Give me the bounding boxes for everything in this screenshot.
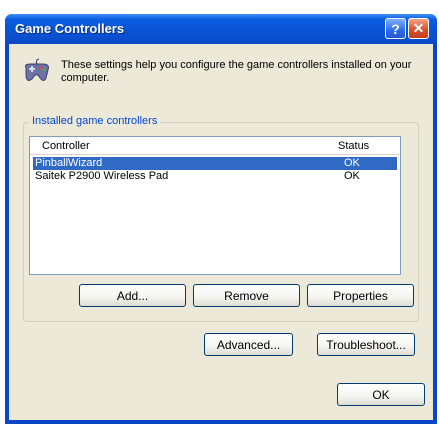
remove-button[interactable]: Remove: [193, 284, 300, 307]
game-controllers-dialog: Game Controllers ? ✕ These settings help…: [5, 14, 437, 424]
gamepad-icon: [25, 58, 49, 81]
list-item[interactable]: Saitek P2900 Wireless Pad OK: [33, 170, 397, 183]
column-header-status[interactable]: Status: [338, 140, 369, 152]
close-button[interactable]: ✕: [408, 18, 429, 39]
advanced-button[interactable]: Advanced...: [204, 333, 293, 356]
list-item[interactable]: PinballWizard OK: [33, 157, 397, 170]
controllers-list[interactable]: Controller Status PinballWizard OK Saite…: [29, 136, 401, 275]
header-divider: [30, 154, 400, 155]
controller-status: OK: [344, 157, 360, 169]
dialog-body: These settings help you configure the ga…: [9, 44, 433, 420]
troubleshoot-button[interactable]: Troubleshoot...: [317, 333, 415, 356]
controller-name: Saitek P2900 Wireless Pad: [35, 170, 169, 182]
window-title: Game Controllers: [15, 21, 125, 36]
help-button[interactable]: ?: [385, 18, 406, 39]
intro-text: These settings help you configure the ga…: [61, 59, 412, 84]
controller-name: PinballWizard: [35, 157, 103, 169]
column-header-controller[interactable]: Controller: [42, 140, 90, 152]
add-button[interactable]: Add...: [79, 284, 186, 307]
installed-controllers-label: Installed game controllers: [29, 115, 161, 127]
title-bar[interactable]: Game Controllers ? ✕: [5, 14, 437, 44]
ok-button[interactable]: OK: [337, 383, 425, 406]
properties-button[interactable]: Properties: [307, 284, 414, 307]
controller-status: OK: [344, 170, 360, 182]
